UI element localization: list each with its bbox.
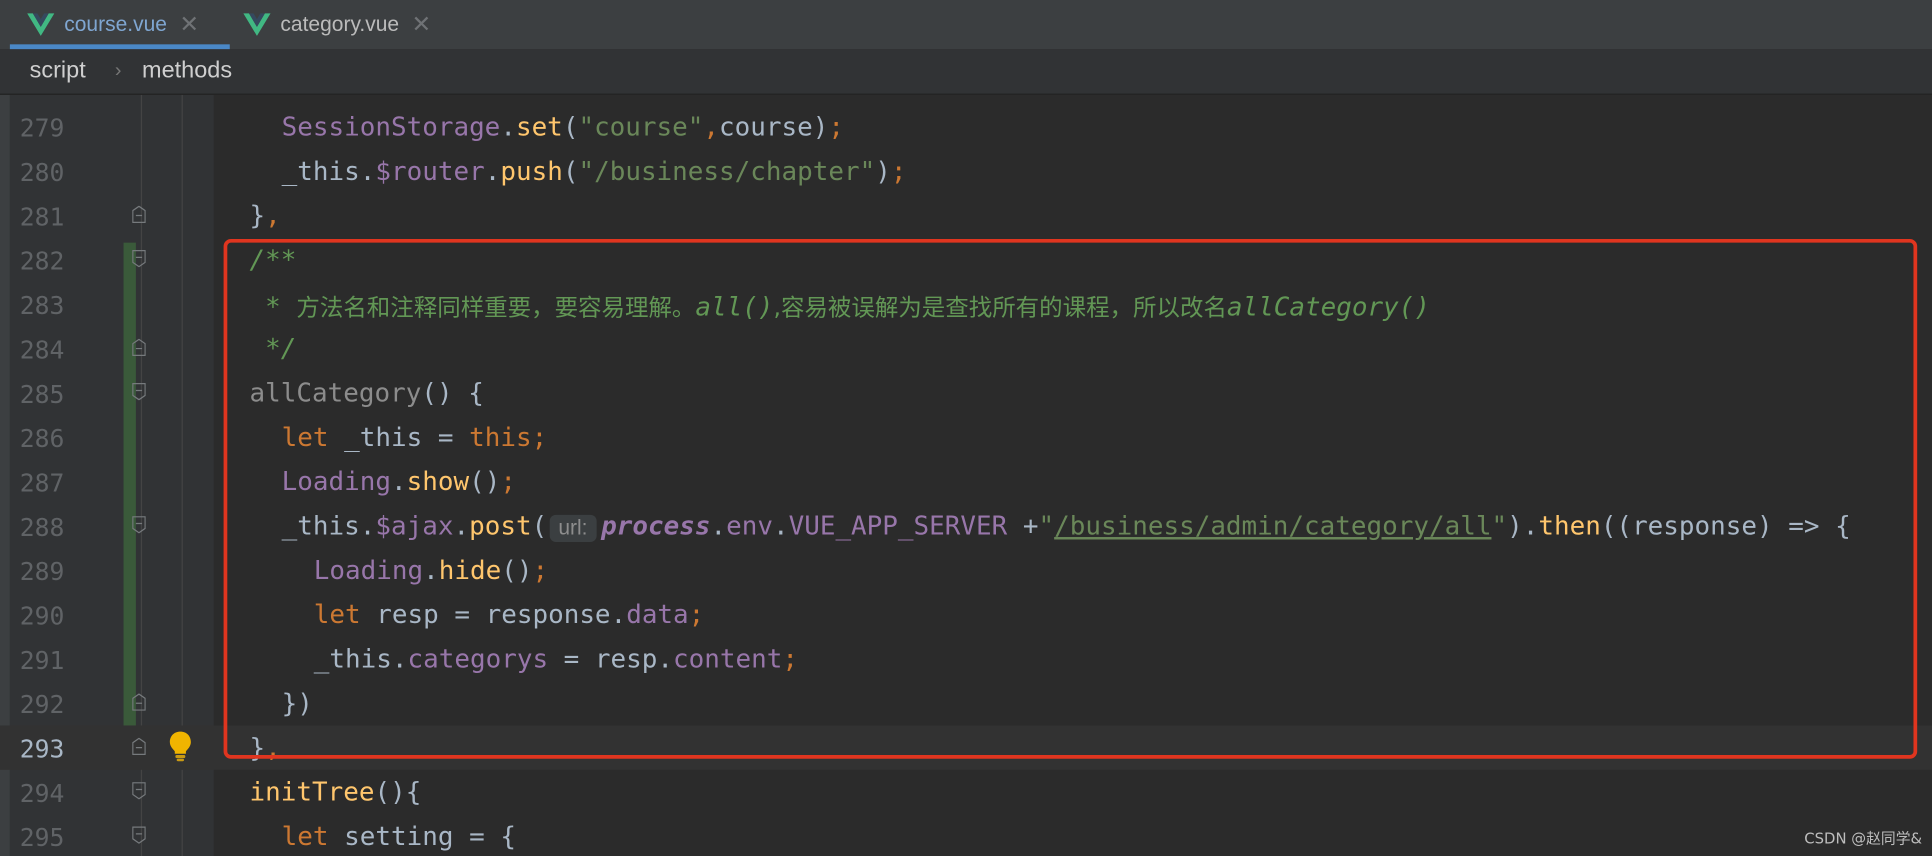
breadcrumb-item-script[interactable]: script — [30, 58, 86, 85]
fold-start-icon[interactable] — [132, 250, 146, 268]
line-number: 291 — [19, 645, 65, 675]
vue-logo-icon — [243, 13, 271, 36]
line-number: 282 — [19, 246, 65, 276]
tab-course-vue[interactable]: course.vue ✕ — [27, 0, 199, 49]
fold-end-icon[interactable] — [132, 205, 146, 223]
line-number: 281 — [19, 201, 65, 232]
line-number: 284 — [19, 335, 65, 365]
editor-tab-bar: course.vue ✕ category.vue ✕ — [0, 0, 1932, 50]
line-number: 283 — [19, 290, 65, 321]
close-icon[interactable]: ✕ — [179, 10, 199, 38]
vue-logo-icon — [27, 13, 55, 36]
line-code: _this.$router.push("/business/chapter"); — [281, 156, 907, 186]
code-line[interactable]: 295 let setting = { — [0, 814, 1932, 856]
tab-label: course.vue — [64, 12, 167, 36]
fold-start-icon[interactable] — [132, 383, 146, 401]
line-number: 280 — [19, 157, 65, 188]
watermark: CSDN @赵同学& — [1804, 830, 1923, 848]
line-code: let setting = { — [281, 821, 516, 852]
fold-start-icon[interactable] — [132, 826, 146, 844]
line-number: 285 — [19, 379, 65, 409]
tab-category-vue[interactable]: category.vue ✕ — [243, 0, 431, 49]
line-code: SessionStorage.set("course",course); — [281, 112, 845, 142]
code-line[interactable]: 279 SessionStorage.set("course",course); — [0, 105, 1932, 149]
breadcrumb-item-methods[interactable]: methods — [142, 58, 232, 85]
code-line[interactable]: 281 }, — [0, 193, 1932, 237]
line-code: }, — [249, 200, 281, 231]
highlight-box — [223, 238, 1918, 759]
line-number: 288 — [19, 512, 65, 542]
fold-end-icon[interactable] — [132, 693, 146, 711]
fold-end-icon[interactable] — [132, 737, 146, 756]
lightbulb-icon[interactable] — [168, 730, 193, 762]
line-number: 294 — [19, 778, 65, 808]
line-number: 292 — [19, 689, 65, 720]
chevron-right-icon: › — [114, 60, 122, 82]
line-number: 293 — [19, 734, 65, 764]
close-icon[interactable]: ✕ — [411, 10, 431, 38]
line-number: 290 — [19, 601, 65, 631]
code-line[interactable]: 280 _this.$router.push("/business/chapte… — [0, 149, 1932, 193]
line-number: 295 — [19, 822, 65, 853]
line-number: 279 — [19, 113, 65, 143]
line-number: 286 — [19, 423, 65, 454]
fold-start-icon[interactable] — [132, 516, 146, 534]
line-number: 287 — [19, 468, 65, 498]
line-number: 289 — [19, 556, 65, 587]
fold-start-icon[interactable] — [132, 782, 146, 800]
fold-end-icon[interactable] — [132, 338, 146, 356]
line-code: initTree(){ — [249, 777, 422, 807]
tab-label: category.vue — [280, 12, 400, 36]
breadcrumb: script › methods — [0, 49, 1932, 95]
code-line[interactable]: 294 initTree(){ — [0, 770, 1932, 814]
